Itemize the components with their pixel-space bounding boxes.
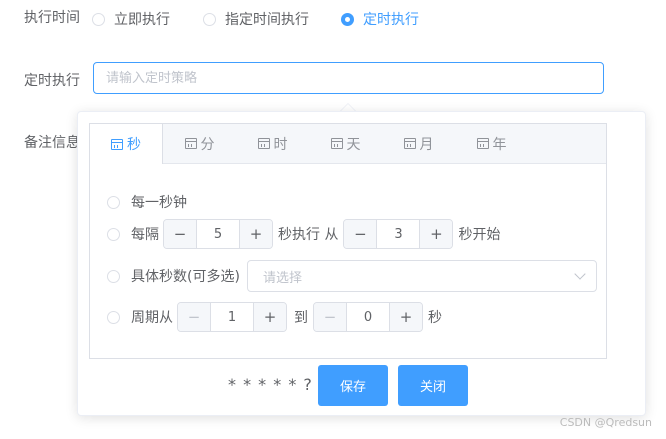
schedule-input[interactable] (93, 62, 604, 94)
radio-circle[interactable] (107, 310, 120, 324)
plus-icon[interactable]: + (389, 303, 422, 331)
chevron-down-icon (574, 268, 586, 280)
calendar-icon (257, 138, 270, 149)
option-label: 到 (294, 310, 308, 326)
radio-label: 立即执行 (114, 12, 170, 28)
interval-start-stepper[interactable]: − 3 + (343, 219, 454, 249)
remark-label: 备注信息 (24, 135, 80, 151)
option-cycle[interactable]: 周期从 − 1 + 到 − 0 + 秒 (107, 302, 442, 332)
exec-time-label: 执行时间 (24, 10, 80, 26)
tab-label: 天 (346, 136, 361, 153)
radio-scheduled[interactable]: 定时执行 (341, 9, 419, 29)
option-label: 每隔 (131, 227, 159, 243)
tab-second[interactable]: 秒 (90, 124, 163, 164)
radio-label: 定时执行 (363, 12, 419, 28)
tab-day[interactable]: 天 (309, 124, 382, 163)
tab-label: 秒 (127, 137, 141, 153)
tab-hour[interactable]: 时 (236, 124, 309, 163)
radio-circle[interactable] (107, 227, 120, 241)
option-label: 秒执行 从 (278, 227, 339, 243)
calendar-icon (330, 138, 343, 149)
tab-bar: 秒 分 时 天 月 年 (90, 124, 606, 164)
option-label: 秒 (428, 310, 442, 326)
cron-tabs: 秒 分 时 天 月 年 每一秒钟 每隔 − 5 + 秒执行 从 − 3 + 秒开… (89, 123, 607, 359)
option-label: 秒开始 (458, 227, 501, 243)
cron-popover: 秒 分 时 天 月 年 每一秒钟 每隔 − 5 + 秒执行 从 − 3 + 秒开… (77, 111, 646, 416)
option-label: 具体秒数(可多选) (131, 269, 240, 285)
option-label: 周期从 (131, 310, 173, 326)
option-interval[interactable]: 每隔 − 5 + 秒执行 从 − 3 + 秒开始 (107, 219, 500, 249)
save-button[interactable]: 保存 (318, 365, 388, 406)
watermark: CSDN @Qredsun (559, 416, 652, 429)
cron-expression: * * * * * ? * (228, 375, 329, 394)
tab-year[interactable]: 年 (455, 124, 528, 163)
stepper-value[interactable]: 3 (377, 220, 419, 248)
stepper-value[interactable]: 0 (347, 303, 389, 331)
option-every-second[interactable]: 每一秒钟 (107, 192, 187, 212)
radio-circle-selected[interactable] (341, 12, 354, 26)
radio-specified-time[interactable]: 指定时间执行 (203, 9, 309, 29)
option-label: 每一秒钟 (131, 195, 187, 211)
tab-label: 月 (419, 136, 434, 153)
tab-month[interactable]: 月 (382, 124, 455, 163)
radio-circle[interactable] (203, 12, 216, 26)
minus-icon[interactable]: − (164, 220, 197, 248)
radio-immediate[interactable]: 立即执行 (92, 9, 170, 29)
option-specific[interactable]: 具体秒数(可多选) 请选择 (107, 260, 597, 292)
radio-label: 指定时间执行 (225, 12, 309, 28)
specific-seconds-select[interactable]: 请选择 (246, 260, 597, 292)
calendar-icon (403, 138, 416, 149)
calendar-icon (476, 138, 489, 149)
plus-icon[interactable]: + (239, 220, 272, 248)
cycle-to-stepper[interactable]: − 0 + (313, 302, 423, 332)
plus-icon[interactable]: + (253, 303, 286, 331)
calendar-icon (111, 138, 123, 150)
minus-icon[interactable]: − (178, 303, 211, 331)
radio-circle[interactable] (107, 195, 120, 209)
interval-every-stepper[interactable]: − 5 + (163, 219, 273, 249)
close-button[interactable]: 关闭 (398, 365, 468, 406)
minus-icon[interactable]: − (314, 303, 347, 331)
plus-icon[interactable]: + (419, 220, 453, 248)
stepper-value[interactable]: 1 (211, 303, 253, 331)
tab-minute[interactable]: 分 (163, 124, 236, 163)
select-placeholder: 请选择 (262, 270, 302, 286)
radio-circle[interactable] (92, 12, 105, 26)
popover-arrow (340, 103, 356, 111)
calendar-icon (184, 138, 197, 149)
tab-label: 时 (273, 136, 288, 153)
tab-label: 分 (200, 136, 215, 153)
radio-circle[interactable] (107, 269, 120, 283)
cycle-from-stepper[interactable]: − 1 + (177, 302, 287, 332)
stepper-value[interactable]: 5 (197, 220, 239, 248)
schedule-label: 定时执行 (24, 73, 80, 89)
tab-label: 年 (492, 136, 507, 153)
minus-icon[interactable]: − (344, 220, 378, 248)
